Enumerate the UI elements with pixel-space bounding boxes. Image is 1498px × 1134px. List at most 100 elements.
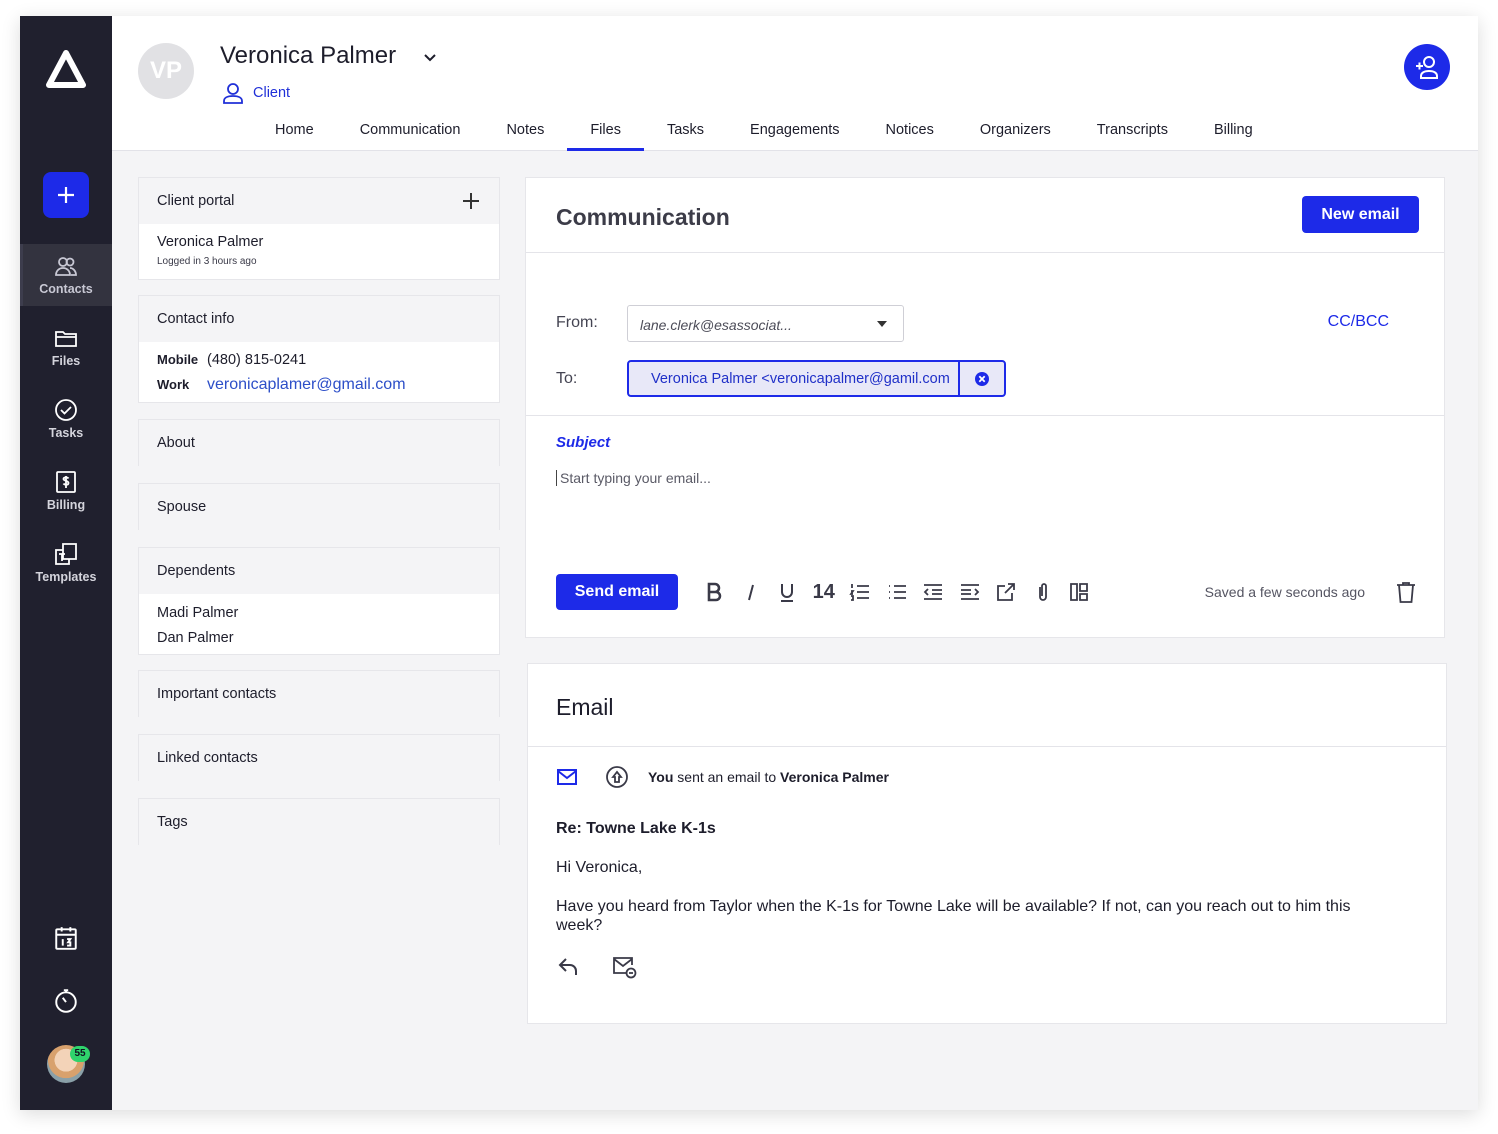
sidebar-item-tasks[interactable]: Tasks	[20, 388, 112, 450]
card-title: About	[157, 435, 195, 451]
mail-icon	[557, 769, 577, 785]
card-title: Important contacts	[157, 686, 277, 702]
linked-contacts-card[interactable]: Linked contacts	[138, 734, 500, 781]
divider	[528, 746, 1446, 747]
tab-communication[interactable]: Communication	[337, 112, 484, 151]
bold-button[interactable]	[696, 576, 733, 608]
plus-icon[interactable]	[461, 191, 481, 211]
important-contacts-card[interactable]: Important contacts	[138, 670, 500, 717]
recipient-chip-label: Veronica Palmer <veronicapalmer@gamil.co…	[651, 370, 950, 387]
portal-user-name: Veronica Palmer	[157, 234, 264, 250]
templates-icon	[55, 543, 77, 565]
contact-type: Client	[222, 82, 290, 104]
italic-button[interactable]	[733, 576, 770, 608]
sidebar: Contacts Files Tasks Billing Templates 5…	[20, 16, 112, 1110]
contact-header: VP Veronica Palmer Client Home Communica…	[112, 16, 1478, 151]
caret-down-icon	[877, 321, 887, 327]
add-contact-button[interactable]	[1404, 44, 1450, 90]
tab-home[interactable]: Home	[252, 112, 337, 151]
insert-link-button[interactable]	[988, 576, 1025, 608]
email-thread-panel: Email You sent an email to Veronica Palm…	[527, 663, 1447, 1024]
card-title: Contact info	[157, 311, 235, 327]
attach-button[interactable]	[1025, 576, 1062, 608]
reply-icon	[558, 958, 577, 975]
draft-status: Saved a few seconds ago	[1204, 584, 1365, 600]
template-button[interactable]	[1061, 576, 1098, 608]
reply-button[interactable]	[556, 954, 612, 980]
tab-notices[interactable]: Notices	[863, 112, 957, 151]
dependent-item[interactable]: Dan Palmer	[157, 630, 481, 646]
contacts-icon	[55, 257, 77, 276]
check-circle-icon	[55, 399, 77, 421]
underline-button[interactable]	[769, 576, 806, 608]
tab-notes[interactable]: Notes	[483, 112, 567, 151]
dependents-card: Dependents Madi Palmer Dan Palmer	[138, 547, 500, 655]
activity-recipient: Veronica Palmer	[780, 769, 889, 785]
from-select[interactable]: lane.clerk@esassociat...	[627, 305, 904, 342]
trash-icon[interactable]	[1394, 580, 1418, 604]
email-actions	[556, 954, 668, 980]
outdent-button[interactable]	[915, 576, 952, 608]
new-email-button[interactable]: New email	[1302, 196, 1419, 233]
timer-icon[interactable]	[53, 988, 79, 1014]
app-window: Contacts Files Tasks Billing Templates 5…	[20, 16, 1478, 1110]
subject-input[interactable]: Subject	[556, 434, 610, 451]
work-label: Work	[157, 377, 190, 392]
about-card[interactable]: About	[138, 419, 500, 466]
sidebar-item-contacts[interactable]: Contacts	[20, 244, 112, 306]
font-size-button[interactable]: 14	[806, 576, 843, 608]
layout-icon	[1070, 583, 1089, 601]
send-email-button[interactable]: Send email	[556, 574, 678, 610]
email-greeting: Hi Veronica,	[556, 859, 643, 876]
compose-panel: Communication New email From: lane.clerk…	[525, 177, 1445, 638]
contact-type-label: Client	[253, 85, 291, 101]
external-link-icon	[997, 583, 1016, 601]
mobile-value: (480) 815-0241	[207, 352, 307, 368]
from-value: lane.clerk@esassociat...	[640, 317, 792, 333]
card-title: Dependents	[157, 563, 236, 579]
format-toolbar: 14	[696, 576, 1098, 608]
email-message: Have you heard from Taylor when the K-1s…	[556, 898, 1351, 934]
activity-actor: You	[648, 769, 674, 785]
user-icon	[223, 83, 243, 104]
email-body-input[interactable]: Start typing your email...	[556, 470, 1156, 486]
sidebar-item-files[interactable]: Files	[20, 316, 112, 378]
indent-button[interactable]	[952, 576, 989, 608]
add-user-icon	[1416, 56, 1438, 79]
sidebar-item-templates[interactable]: Templates	[20, 532, 112, 594]
cc-bcc-link[interactable]: CC/BCC	[1328, 313, 1389, 331]
dependent-item[interactable]: Madi Palmer	[157, 605, 481, 621]
tags-card[interactable]: Tags	[138, 798, 500, 845]
sidebar-item-label: Files	[51, 354, 81, 368]
sidebar-item-label: Contacts	[39, 282, 93, 296]
calendar-icon[interactable]	[53, 925, 79, 951]
triangle-logo[interactable]	[46, 50, 86, 90]
tab-billing[interactable]: Billing	[1191, 112, 1276, 151]
email-body: Hi Veronica, Have you heard from Taylor …	[556, 858, 1356, 955]
plus-icon	[58, 187, 74, 203]
tab-engagements[interactable]: Engagements	[727, 112, 862, 151]
tab-transcripts[interactable]: Transcripts	[1074, 112, 1191, 151]
tab-organizers[interactable]: Organizers	[957, 112, 1074, 151]
mail-settings-button[interactable]	[612, 954, 668, 980]
italic-icon	[747, 584, 754, 601]
tab-tasks[interactable]: Tasks	[644, 112, 727, 151]
bullet-list-icon	[888, 585, 906, 599]
work-email-link[interactable]: veronicaplamer@gmail.com	[207, 376, 406, 394]
remove-recipient-button[interactable]	[958, 362, 1004, 395]
spouse-card[interactable]: Spouse	[138, 483, 500, 530]
recipient-chip[interactable]: Veronica Palmer <veronicapalmer@gamil.co…	[627, 360, 1006, 397]
client-portal-card: Client portal Veronica Palmer Logged in …	[138, 177, 500, 280]
close-circle-icon	[975, 371, 989, 386]
email-subject: Re: Towne Lake K-1s	[556, 820, 716, 837]
add-button[interactable]	[43, 172, 89, 218]
tab-files[interactable]: Files	[567, 112, 644, 151]
folder-icon	[55, 331, 77, 347]
numbered-list-button[interactable]	[842, 576, 879, 608]
mobile-label: Mobile	[157, 352, 199, 367]
paperclip-icon	[1038, 583, 1047, 601]
chevron-down-icon[interactable]	[422, 50, 438, 66]
bullet-list-button[interactable]	[879, 576, 916, 608]
sidebar-item-billing[interactable]: Billing	[20, 460, 112, 522]
notification-badge: 55	[70, 1046, 90, 1062]
